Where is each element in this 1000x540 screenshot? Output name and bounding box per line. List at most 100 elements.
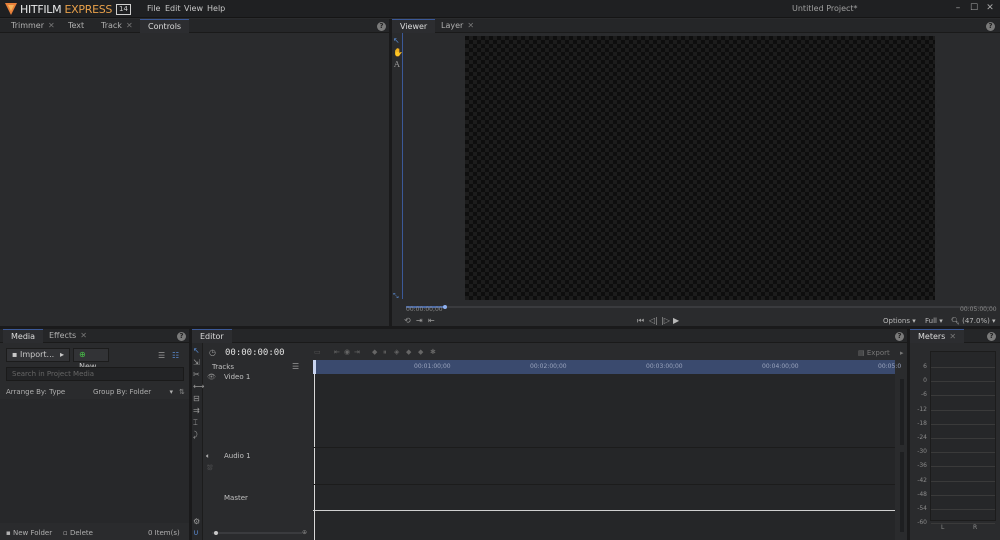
meter-gridline bbox=[931, 409, 995, 411]
zoom-in-icon[interactable]: ⊕ bbox=[302, 529, 307, 536]
go-start-icon[interactable]: ⏮ bbox=[637, 316, 644, 326]
select-tool-icon[interactable]: ↖ bbox=[193, 346, 200, 355]
close-tab-icon[interactable]: ✕ bbox=[949, 332, 956, 341]
delete-button[interactable]: ▫ Delete bbox=[63, 529, 93, 537]
slip-tool-icon[interactable]: ⟷ bbox=[193, 382, 204, 391]
sort-order-icon[interactable]: ⇅ bbox=[179, 388, 185, 396]
meter-scale-label: -6 bbox=[921, 391, 927, 399]
tab-text[interactable]: Text bbox=[60, 19, 92, 33]
detail-view-icon[interactable]: ☷ bbox=[172, 351, 179, 360]
keyframe-icon[interactable]: ◆ bbox=[372, 348, 377, 356]
new-folder-button[interactable]: ▪ New Folder bbox=[6, 529, 52, 537]
resize-corner-icon[interactable]: ⤡ bbox=[393, 292, 399, 301]
list-view-icon[interactable]: ☰ bbox=[158, 351, 165, 360]
rate-stretch-icon[interactable]: ⤸ bbox=[193, 430, 198, 440]
ripple-tool-icon[interactable]: ⇉ bbox=[193, 406, 200, 415]
text-tool-icon[interactable]: A bbox=[394, 60, 400, 69]
title-bar: HITFILM EXPRESS 14 File Edit View Help U… bbox=[0, 0, 1000, 18]
menu-view[interactable]: View bbox=[184, 4, 203, 13]
minimize-icon[interactable]: – bbox=[952, 2, 964, 14]
step-back-icon[interactable]: ◁| bbox=[649, 316, 658, 325]
maximize-icon[interactable]: ☐ bbox=[968, 2, 980, 14]
step-forward-icon[interactable]: |▷ bbox=[661, 316, 670, 325]
help-icon[interactable]: ? bbox=[986, 22, 995, 31]
tab-effects[interactable]: Effects ✕ bbox=[41, 329, 95, 343]
close-tab-icon[interactable]: ✕ bbox=[80, 331, 87, 340]
help-icon[interactable]: ? bbox=[987, 332, 996, 341]
media-search-input[interactable]: Search in Project Media bbox=[6, 367, 184, 381]
editor-panel: Editor ? ↖ ⇲ ✂ ⟷ ⊟ ⇉ ⌶ ⤸ ⚙ ∪ ◷ 00:00:00:… bbox=[192, 329, 907, 540]
arrange-by-dropdown[interactable]: Arrange By: Type bbox=[6, 388, 65, 396]
help-icon[interactable]: ? bbox=[377, 22, 386, 31]
zoom-slider-handle[interactable] bbox=[214, 531, 218, 535]
group-by-dropdown[interactable]: Group By: Folder ▾ bbox=[93, 388, 173, 396]
record-icon[interactable]: ◉ bbox=[344, 348, 350, 356]
viewer-zoom-dropdown[interactable]: 🔍︎ (47.0%) ▾ bbox=[951, 317, 996, 325]
eye-icon[interactable]: 👁︎ bbox=[207, 373, 216, 381]
snap-icon[interactable]: ▭ bbox=[314, 348, 321, 356]
help-icon[interactable]: ? bbox=[177, 332, 186, 341]
tab-trimmer[interactable]: Trimmer ✕ bbox=[3, 19, 63, 33]
lift-icon[interactable]: ◆ bbox=[406, 348, 411, 356]
tab-layer[interactable]: Layer ✕ bbox=[433, 19, 482, 33]
menu-edit[interactable]: Edit bbox=[165, 4, 181, 13]
new-button[interactable]: ⊕ New bbox=[73, 348, 109, 371]
menu-help[interactable]: Help bbox=[207, 4, 225, 13]
slide-tool-icon[interactable]: ⊟ bbox=[193, 394, 200, 403]
tracks-menu-icon[interactable]: ☰ bbox=[292, 362, 299, 371]
meter-gridline bbox=[931, 381, 995, 383]
playhead-handle[interactable] bbox=[443, 305, 447, 309]
viewer-quality-dropdown[interactable]: Full ▾ bbox=[925, 317, 943, 325]
speaker-icon[interactable]: 🔈︎ bbox=[206, 452, 210, 461]
help-icon[interactable]: ? bbox=[895, 332, 904, 341]
close-tab-icon[interactable]: ✕ bbox=[126, 21, 133, 30]
close-icon[interactable]: ✕ bbox=[984, 2, 996, 14]
viewer-canvas[interactable] bbox=[465, 36, 935, 300]
tab-controls[interactable]: Controls bbox=[140, 19, 190, 33]
marker-icon[interactable]: ✱ bbox=[430, 348, 436, 356]
playhead-marker[interactable] bbox=[313, 360, 316, 374]
video-scrollbar[interactable] bbox=[900, 379, 904, 445]
roll-tool-icon[interactable]: ⌶ bbox=[193, 418, 198, 428]
export-button[interactable]: ▤ Export bbox=[858, 349, 890, 357]
loop-icon[interactable]: ⟲ bbox=[404, 316, 411, 325]
timeline-ruler[interactable] bbox=[313, 360, 895, 374]
viewer-tabbar: Viewer Layer ✕ ? bbox=[392, 19, 1000, 33]
settings-icon[interactable]: ⚙ bbox=[193, 517, 200, 526]
fit-icon[interactable]: ⇥ bbox=[416, 316, 423, 325]
prev-marker-icon[interactable]: ⇤ bbox=[334, 348, 340, 356]
select-tool-icon[interactable]: ↖ bbox=[393, 36, 400, 45]
play-icon[interactable]: ▶ bbox=[673, 316, 679, 325]
viewer-options-dropdown[interactable]: Options ▾ bbox=[883, 317, 916, 325]
next-marker-icon[interactable]: ⇥ bbox=[354, 348, 360, 356]
viewer-scrub-track[interactable] bbox=[406, 306, 992, 308]
media-list[interactable] bbox=[0, 399, 189, 523]
tab-track[interactable]: Track ✕ bbox=[93, 19, 141, 33]
timeline-area[interactable] bbox=[313, 360, 895, 540]
controls-tabbar: Trimmer ✕ Text Track ✕ Controls ? bbox=[0, 19, 389, 33]
tracks-label: Tracks bbox=[212, 363, 234, 371]
close-tab-icon[interactable]: ✕ bbox=[48, 21, 55, 30]
export-arrow-icon[interactable]: ▸ bbox=[900, 349, 904, 357]
tab-media[interactable]: Media bbox=[3, 329, 44, 343]
hitfilm-logo-icon bbox=[4, 2, 18, 16]
razor-tool-icon[interactable]: ✂ bbox=[193, 370, 200, 379]
editor-timecode[interactable]: 00:00:00:00 bbox=[225, 348, 285, 358]
magnet-icon[interactable]: ∪ bbox=[193, 528, 199, 537]
menu-file[interactable]: File bbox=[147, 4, 160, 13]
tab-viewer[interactable]: Viewer bbox=[392, 19, 436, 33]
track-select-icon[interactable]: ⇲ bbox=[193, 358, 200, 367]
insert-icon[interactable]: ⏸ bbox=[383, 348, 387, 357]
timeline-zoom-slider[interactable] bbox=[212, 532, 302, 534]
waveform-icon[interactable]: ⛆ bbox=[207, 464, 213, 473]
extract-icon[interactable]: ◆ bbox=[418, 348, 423, 356]
overwrite-icon[interactable]: ◈ bbox=[394, 348, 399, 356]
back-icon[interactable]: ⇤ bbox=[428, 316, 435, 325]
meter-scale-label: -48 bbox=[917, 490, 927, 498]
import-button[interactable]: ▪ Import... ▸ bbox=[6, 348, 70, 362]
audio-scrollbar[interactable] bbox=[900, 452, 904, 532]
hand-tool-icon[interactable]: ✋ bbox=[393, 48, 403, 57]
close-tab-icon[interactable]: ✕ bbox=[467, 21, 474, 30]
tab-meters[interactable]: Meters ✕ bbox=[910, 329, 965, 343]
tab-editor[interactable]: Editor bbox=[192, 329, 232, 343]
